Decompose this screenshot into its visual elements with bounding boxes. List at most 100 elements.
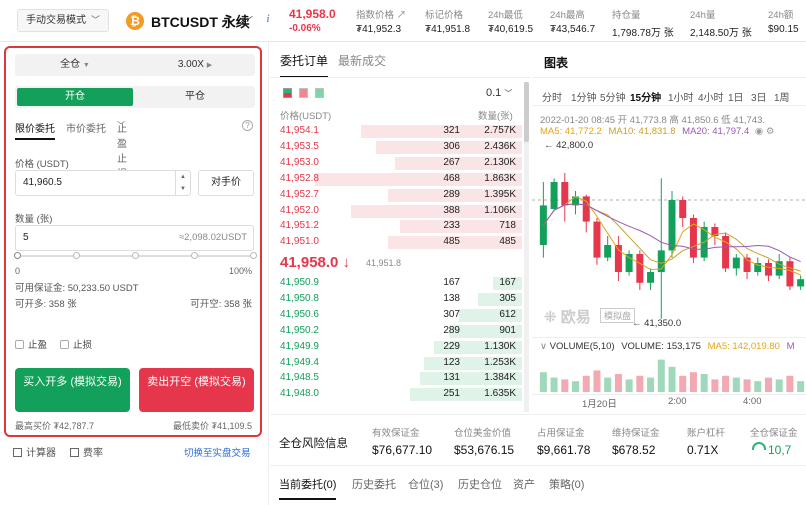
increment-icon[interactable]: ▲ (176, 171, 190, 183)
bottom-tab-3[interactable]: 历史仓位 (458, 476, 502, 492)
bid-qty: 131 (443, 372, 460, 384)
bottom-tab-2[interactable]: 仓位(3) (408, 476, 443, 492)
ask-row[interactable]: 41,953.5 306 2.436K (278, 140, 522, 155)
bid-qty: 138 (443, 292, 460, 304)
scrollbar-thumb[interactable] (524, 82, 529, 142)
view-asks-icon[interactable] (299, 88, 308, 98)
timeframe-7[interactable]: 3日 (751, 89, 767, 104)
price-input[interactable]: 41,960.5 ▲ ▼ (15, 170, 191, 196)
ask-price: 41,954.1 (280, 125, 319, 136)
chevron-down-icon[interactable]: ﹀ (242, 13, 253, 29)
tab-latest-trades[interactable]: 最新成交 (338, 54, 386, 68)
buy-long-button[interactable]: 买入开多 (模拟交易) (15, 368, 130, 412)
sell-short-button[interactable]: 卖出开空 (模拟交易) (139, 368, 254, 412)
ask-total: 1.395K (484, 188, 516, 200)
quantity-input[interactable]: 5 ≈2,098.02USDT (15, 225, 254, 251)
timeframe-0[interactable]: 分时 (542, 89, 562, 104)
timeframe-1[interactable]: 1分钟 (571, 89, 597, 104)
bid-row[interactable]: 41,948.5 131 1.384K (278, 371, 522, 386)
ask-price: 41,952.7 (280, 188, 319, 200)
bid-row[interactable]: 41,949.9 229 1.130K (278, 340, 522, 355)
ask-row[interactable]: 41,951.2 233 718 (278, 219, 522, 234)
fees-button[interactable]: 费率 (70, 444, 103, 459)
tab-close[interactable]: 平仓 (137, 88, 253, 106)
ask-total: 2.757K (484, 125, 516, 136)
bid-price: 41,948.5 (280, 372, 319, 384)
slider-stop[interactable] (73, 252, 80, 259)
external-link-icon[interactable]: ↗ (397, 10, 407, 21)
view-both-icon[interactable] (283, 88, 292, 98)
timeframe-3[interactable]: 15分钟 (630, 89, 661, 104)
ask-row[interactable]: 41,954.1 321 2.757K (278, 124, 522, 139)
x-label: 2:00 (668, 396, 687, 407)
volume-bar (689, 372, 697, 392)
slider-min-label: 0 (15, 266, 21, 276)
take-profit-checkbox[interactable]: 止盈 (15, 337, 47, 351)
volume-caret-icon[interactable]: ∨ (540, 341, 547, 352)
scrollbar[interactable] (524, 82, 529, 412)
bid-row[interactable]: 41,950.6 307 612 (278, 308, 522, 323)
volume-chart[interactable] (532, 354, 806, 394)
bottom-tab-4[interactable]: 资产 (513, 476, 535, 492)
volume-ma5: MA5: 142,019.80 (707, 341, 780, 352)
timeframe-6[interactable]: 1日 (728, 89, 744, 104)
leverage-select[interactable]: 3.00X ▶ (135, 54, 255, 76)
timeframe-2[interactable]: 5分钟 (600, 89, 626, 104)
calculator-button[interactable]: 计算器 (13, 444, 56, 459)
demo-badge: 模拟盘 (600, 308, 636, 323)
risk-item: 维持保证金 $678.52 (612, 425, 660, 457)
eye-icon[interactable]: ◉ (755, 126, 763, 137)
bid-row[interactable]: 41,949.4 123 1.253K (278, 356, 522, 371)
ask-row[interactable]: 41,952.8 468 1.863K (278, 172, 522, 187)
tab-order-book[interactable]: 委托订单 (280, 54, 329, 78)
trading-mode-dropdown[interactable]: 手动交易模式 ﹀ (17, 9, 109, 32)
decrement-icon[interactable]: ▼ (176, 183, 190, 195)
precision-select[interactable]: 0.1 ﹀ (486, 87, 512, 99)
switch-real-trading-link[interactable]: 切换至实盘交易 (184, 445, 251, 459)
slider-stop[interactable] (250, 252, 257, 259)
open-close-toggle: 开仓 平仓 (15, 86, 255, 108)
price-stepper[interactable]: ▲ ▼ (175, 171, 190, 195)
bid-row[interactable]: 41,950.9 167 167 (278, 276, 522, 291)
quantity-slider[interactable] (14, 252, 257, 259)
col-header-qty: 数量(张) (478, 111, 513, 122)
timeframe-8[interactable]: 1周 (774, 89, 790, 104)
bid-row[interactable]: 41,948.0 251 1.635K (278, 387, 522, 402)
leverage-label: 3.00X (177, 59, 204, 70)
tab-limit-order[interactable]: 限价委托 (15, 120, 55, 140)
slider-stop[interactable] (132, 252, 139, 259)
view-bids-icon[interactable] (315, 88, 324, 98)
ask-row[interactable]: 41,952.7 289 1.395K (278, 188, 522, 203)
volume-readout: ∨ VOLUME(5,10) VOLUME: 153,175 MA5: 142,… (540, 341, 795, 352)
bottom-tab-0[interactable]: 当前委托(0) (279, 476, 337, 500)
risk-item: 全仓保证金 10,7 (750, 425, 798, 457)
bid-row[interactable]: 41,950.8 138 305 (278, 292, 522, 307)
slider-handle[interactable] (14, 252, 21, 259)
pair-name[interactable]: BTCUSDT 永续 (151, 12, 250, 32)
tab-open[interactable]: 开仓 (17, 88, 133, 106)
risk-item-label: 全仓保证金 (750, 428, 798, 439)
stat-24h-low: 24h最低 ₮40,619.5 (488, 7, 533, 35)
bottom-tab-5[interactable]: 策略(0) (549, 476, 584, 492)
bottom-tab-1[interactable]: 历史委托 (352, 476, 396, 492)
tab-market-order[interactable]: 市价委托 (66, 120, 106, 135)
timeframe-5[interactable]: 4小时 (698, 89, 724, 104)
timeframe-4[interactable]: 1小时 (668, 89, 694, 104)
ask-qty: 289 (443, 188, 460, 200)
gear-icon[interactable]: ⚙ (766, 126, 775, 137)
candlestick-chart[interactable]: ← 42,800.0 ← 41,350.0 ⁜ 欧易 模拟盘 (532, 140, 806, 340)
bid-price: 41,948.0 (280, 388, 319, 400)
candle-body (561, 182, 569, 206)
x-label: 1月20日 (582, 399, 617, 410)
ask-row[interactable]: 41,952.0 388 1.106K (278, 204, 522, 219)
margin-mode-select[interactable]: 全仓 ▼ (15, 54, 135, 76)
slider-stop[interactable] (191, 252, 198, 259)
ask-row[interactable]: 41,953.0 267 2.130K (278, 156, 522, 171)
volume-bar (679, 375, 687, 392)
opponent-price-button[interactable]: 对手价 (198, 170, 254, 196)
help-icon[interactable]: ? (242, 120, 253, 131)
bid-row[interactable]: 41,950.2 289 901 (278, 324, 522, 339)
stop-loss-checkbox[interactable]: 止损 (60, 337, 92, 351)
info-icon[interactable]: i (262, 14, 274, 26)
ask-row[interactable]: 41,951.0 485 485 (278, 235, 522, 250)
